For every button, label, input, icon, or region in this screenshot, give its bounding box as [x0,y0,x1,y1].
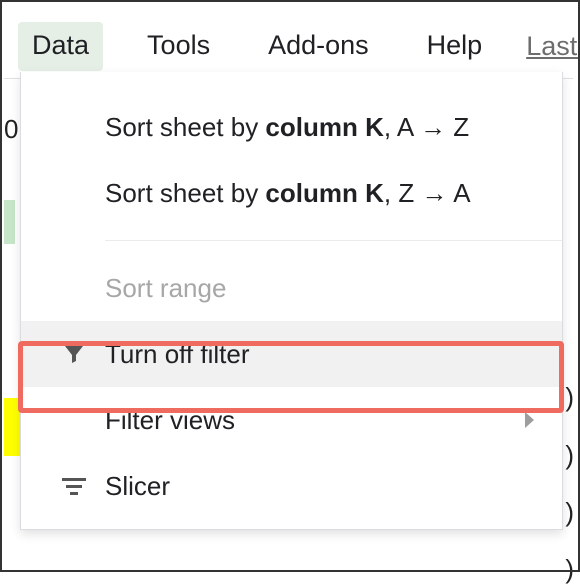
menuitem-sort-range: Sort range [21,255,562,321]
data-menu-dropdown: Sort sheet by column K, A → Z Sort sheet… [20,72,563,530]
last-edit-link[interactable]: Last e [526,23,580,70]
cell-fragment: ) [565,382,574,413]
cell-fragment: ) [565,497,574,528]
menubar: Data Tools Add-ons Help Last e [18,22,580,71]
menu-separator [105,240,562,241]
cell-fragment: ) [565,440,574,471]
menuitem-sort-sheet-asc[interactable]: Sort sheet by column K, A → Z [21,94,562,160]
menu-tools[interactable]: Tools [133,22,224,71]
menuitem-slicer[interactable]: Slicer [21,453,562,519]
menuitem-turn-off-filter[interactable]: Turn off filter [21,321,562,387]
slicer-icon [59,471,89,501]
menuitem-filter-views[interactable]: Filter views [21,387,562,453]
menu-data[interactable]: Data [18,22,103,71]
cell-fragment: 0 [4,114,18,145]
chevron-right-icon [525,412,534,428]
menuitem-sort-sheet-desc[interactable]: Sort sheet by column K, Z → A [21,160,562,226]
cell-fragment: ) [565,554,574,585]
menu-addons[interactable]: Add-ons [254,22,383,71]
menu-help[interactable]: Help [413,22,497,71]
filter-icon [59,339,89,369]
